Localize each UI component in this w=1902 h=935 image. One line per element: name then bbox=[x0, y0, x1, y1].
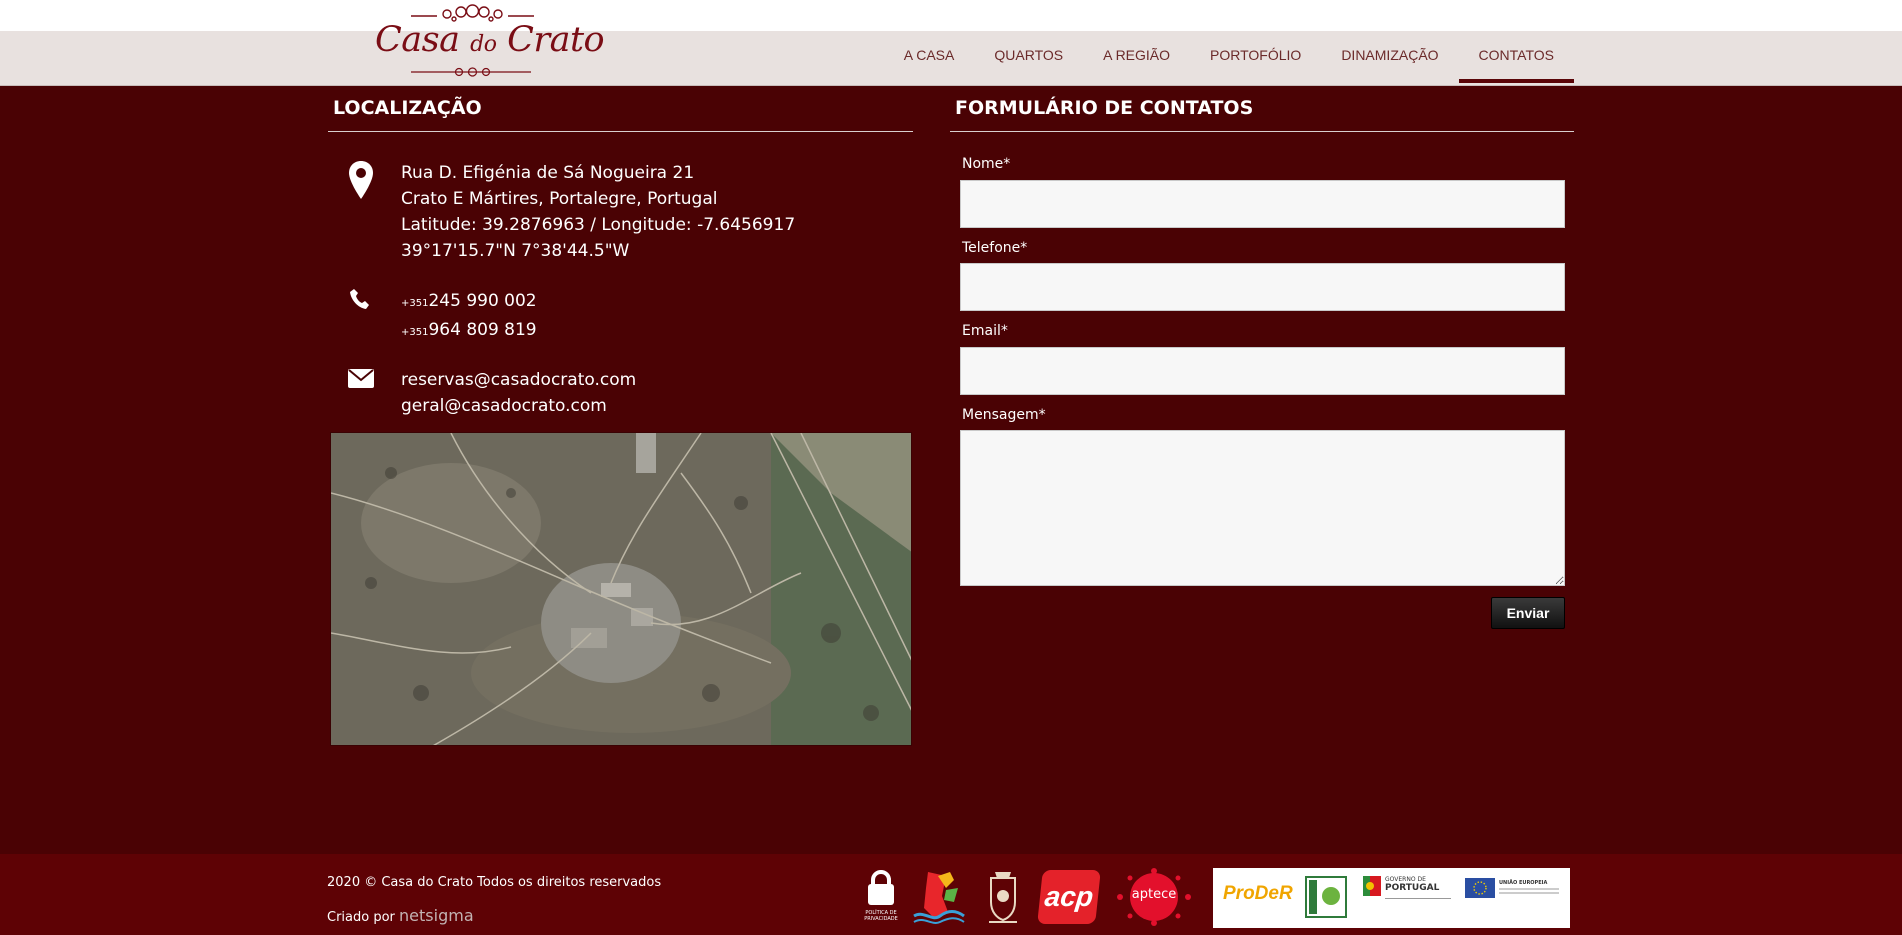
location-section: LOCALIZAÇÃO Rua D. Efigénia de Sá Noguei… bbox=[328, 95, 913, 746]
aptece-logo[interactable]: aptece bbox=[1112, 868, 1196, 926]
lock-icon bbox=[868, 869, 894, 905]
envelope-icon bbox=[348, 369, 374, 388]
contact-form-section: FORMULÁRIO DE CONTATOS Nome* Telefone* E… bbox=[950, 95, 1574, 629]
nav-item-contatos[interactable]: CONTATOS bbox=[1458, 31, 1574, 83]
address-line: Crato E Mártires, Portalegre, Portugal bbox=[401, 189, 718, 209]
coordinates-dms: 39°17'15.7"N 7°38'44.5"W bbox=[401, 241, 630, 261]
nav-item-a-regiao[interactable]: A REGIÃO bbox=[1083, 31, 1190, 83]
name-label: Nome* bbox=[962, 156, 1011, 172]
acp-wordmark: acp bbox=[1043, 881, 1095, 912]
phone-lines: +351245 990 002 +351964 809 819 bbox=[401, 288, 537, 346]
crato-crest-logo[interactable] bbox=[983, 868, 1023, 928]
map-image bbox=[331, 433, 911, 745]
nav-item-dinamizacao[interactable]: DINAMIZAÇÃO bbox=[1321, 31, 1458, 83]
credit-prefix: Criado por bbox=[327, 910, 395, 925]
submit-button[interactable]: Enviar bbox=[1491, 597, 1565, 629]
funding-logos-strip[interactable]: ProDeR GOVERNO DE PORTUGAL UNIÃO EUROPEI… bbox=[1213, 868, 1570, 928]
phone-icon bbox=[350, 289, 369, 309]
map-pin-icon bbox=[349, 161, 373, 199]
government-shield-icon bbox=[1363, 876, 1381, 896]
address-line: Rua D. Efigénia de Sá Nogueira 21 bbox=[401, 163, 695, 183]
email-lines: reservas@casadocrato.com geral@casadocra… bbox=[401, 367, 636, 419]
netsigma-link[interactable]: netsigma bbox=[399, 906, 474, 925]
copyright-text: 2020 © Casa do Crato Todos os direitos r… bbox=[327, 875, 662, 890]
phone-number[interactable]: +351245 990 002 bbox=[401, 288, 537, 317]
email-input[interactable] bbox=[960, 347, 1565, 395]
privacy-label: POLÍTICA DE PRIVACIDADE bbox=[864, 910, 898, 922]
aptece-wordmark: aptece bbox=[1131, 887, 1177, 902]
governo-portugal-logo: GOVERNO DE PORTUGAL bbox=[1363, 876, 1453, 920]
coordinates-decimal: Latitude: 39.2876963 / Longitude: -7.645… bbox=[401, 215, 796, 235]
message-label: Mensagem* bbox=[962, 407, 1046, 423]
eu-logo: UNIÃO EUROPEIA bbox=[1465, 878, 1565, 918]
email-label: Email* bbox=[962, 323, 1008, 339]
nav-item-portofolio[interactable]: PORTOFÓLIO bbox=[1190, 31, 1321, 83]
name-input[interactable] bbox=[960, 180, 1565, 228]
logo-ornament-bottom bbox=[411, 67, 531, 77]
phone-input[interactable] bbox=[960, 263, 1565, 311]
message-textarea[interactable] bbox=[960, 430, 1565, 586]
proder-logo: ProDeR bbox=[1223, 883, 1293, 904]
location-title: LOCALIZAÇÃO bbox=[328, 95, 913, 132]
contact-form-title: FORMULÁRIO DE CONTATOS bbox=[950, 95, 1574, 132]
credit-text: Criado por netsigma bbox=[327, 906, 474, 925]
nav-item-quartos[interactable]: QUARTOS bbox=[974, 31, 1083, 83]
phone-number[interactable]: +351964 809 819 bbox=[401, 317, 537, 346]
email-link[interactable]: geral@casadocrato.com bbox=[401, 393, 636, 419]
address-lines: Rua D. Efigénia de Sá Nogueira 21 Crato … bbox=[401, 160, 795, 264]
acp-logo[interactable]: acp bbox=[1037, 870, 1101, 924]
top-strip bbox=[0, 0, 1902, 31]
phone-label: Telefone* bbox=[962, 240, 1028, 256]
leader-logo bbox=[1305, 876, 1347, 918]
footer: 2020 © Casa do Crato Todos os direitos r… bbox=[0, 854, 1902, 935]
email-link[interactable]: reservas@casadocrato.com bbox=[401, 367, 636, 393]
portugal-tourism-logo[interactable] bbox=[910, 868, 968, 926]
logo-wordmark: Casa do Crato bbox=[375, 20, 605, 60]
eu-flag-icon bbox=[1465, 878, 1495, 898]
privacy-policy-link[interactable]: POLÍTICA DE PRIVACIDADE bbox=[862, 869, 900, 926]
nav-item-a-casa[interactable]: A CASA bbox=[884, 31, 975, 83]
main-nav: A CASA QUARTOS A REGIÃO PORTOFÓLIO DINAM… bbox=[884, 31, 1574, 86]
satellite-map[interactable] bbox=[330, 432, 912, 746]
site-logo[interactable]: Casa do Crato bbox=[375, 0, 605, 82]
